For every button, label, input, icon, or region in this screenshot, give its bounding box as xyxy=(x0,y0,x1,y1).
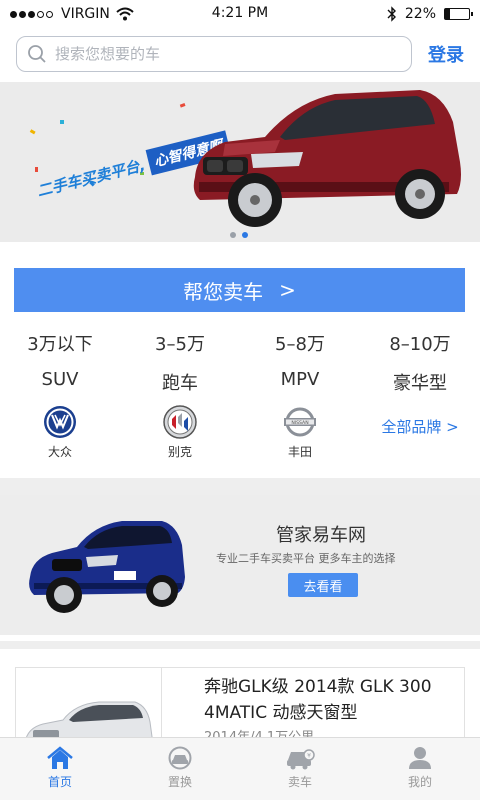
bluetooth-icon xyxy=(387,6,396,22)
brand-name: 丰田 xyxy=(287,445,312,459)
buick-logo-icon xyxy=(163,405,197,439)
battery-percent: 22% xyxy=(404,6,436,22)
sell-car-icon: ¥ xyxy=(287,749,315,770)
chevron-right-icon: > xyxy=(279,278,296,302)
sell-car-label: 帮您卖车 xyxy=(183,279,264,304)
brand-row: 大众 别克 NISSAN 丰田 全部品牌 > xyxy=(0,405,480,463)
price-filter-row: 3万以下 3–5万 5–8万 8–10万 xyxy=(0,330,480,356)
ad-card[interactable]: 管家易车网 专业二手车买卖平台 更多车主的选择 去看看 xyxy=(0,495,480,635)
carousel-dots[interactable] xyxy=(230,232,248,238)
search-icon xyxy=(28,45,46,63)
ad-title: 管家易车网 xyxy=(276,525,366,546)
brand-item-volkswagen[interactable]: 大众 xyxy=(0,405,120,463)
carrier-name: VIRGIN xyxy=(61,6,110,22)
bottom-tab-bar: 首页 置换 ¥ 卖车 我的 xyxy=(0,737,480,800)
type-filter-item[interactable]: 豪华型 xyxy=(360,369,480,395)
tab-exchange[interactable]: 置换 xyxy=(120,738,240,800)
home-icon xyxy=(47,746,73,769)
sell-car-button[interactable]: 帮您卖车 > xyxy=(14,268,465,312)
tab-label: 置换 xyxy=(167,775,192,789)
svg-text:NISSAN: NISSAN xyxy=(291,420,308,426)
brand-item-toyota[interactable]: NISSAN 丰田 xyxy=(240,405,360,463)
ad-subtitle: 专业二手车买卖平台 更多车主的选择 xyxy=(216,552,396,565)
type-filter-row: SUV 跑车 MPV 豪华型 xyxy=(0,369,480,395)
exchange-car-icon xyxy=(168,746,192,770)
price-filter-item[interactable]: 3万以下 xyxy=(0,330,120,356)
brand-name: 别克 xyxy=(167,445,192,459)
tab-sell[interactable]: ¥ 卖车 xyxy=(240,738,360,800)
login-button[interactable]: 登录 xyxy=(428,41,464,67)
ad-view-button[interactable]: 去看看 xyxy=(288,573,358,597)
tab-label: 我的 xyxy=(407,775,432,789)
type-filter-item[interactable]: 跑车 xyxy=(120,369,240,395)
price-filter-item[interactable]: 8–10万 xyxy=(360,330,480,356)
status-bar: VIRGIN 4:21 PM 22% xyxy=(0,0,480,28)
svg-text:¥: ¥ xyxy=(307,753,311,760)
user-icon xyxy=(409,747,431,769)
section-divider xyxy=(0,478,480,495)
carousel-dot-active[interactable] xyxy=(242,232,248,238)
all-brands-link[interactable]: 全部品牌 > xyxy=(360,405,480,463)
nissan-logo-icon: NISSAN xyxy=(284,407,316,437)
section-divider xyxy=(0,641,480,649)
price-filter-item[interactable]: 5–8万 xyxy=(240,330,360,356)
listing-title: 奔驰GLK级 2014款 GLK 300 4MATIC 动感天窗型 xyxy=(204,677,432,723)
search-header: 登录 xyxy=(0,28,480,80)
tab-label: 卖车 xyxy=(287,775,312,789)
battery-icon xyxy=(444,8,473,20)
promo-banner[interactable]: 二手车买卖平台, 心智得意啊 xyxy=(0,82,480,242)
volkswagen-logo-icon xyxy=(44,406,76,438)
tab-label: 首页 xyxy=(47,775,72,789)
signal-strength-icon xyxy=(10,10,53,18)
tab-profile[interactable]: 我的 xyxy=(360,738,480,800)
tab-home[interactable]: 首页 xyxy=(0,738,120,800)
type-filter-item[interactable]: SUV xyxy=(0,369,120,395)
search-box[interactable] xyxy=(16,36,412,72)
search-input[interactable] xyxy=(55,45,375,63)
ad-car-image xyxy=(29,521,185,613)
brand-item-buick[interactable]: 别克 xyxy=(120,405,240,463)
type-filter-item[interactable]: MPV xyxy=(240,369,360,395)
wifi-icon xyxy=(116,7,134,21)
carousel-dot[interactable] xyxy=(230,232,236,238)
banner-car-image xyxy=(193,90,461,227)
brand-name: 大众 xyxy=(47,445,72,459)
price-filter-item[interactable]: 3–5万 xyxy=(120,330,240,356)
spacer xyxy=(0,242,480,268)
